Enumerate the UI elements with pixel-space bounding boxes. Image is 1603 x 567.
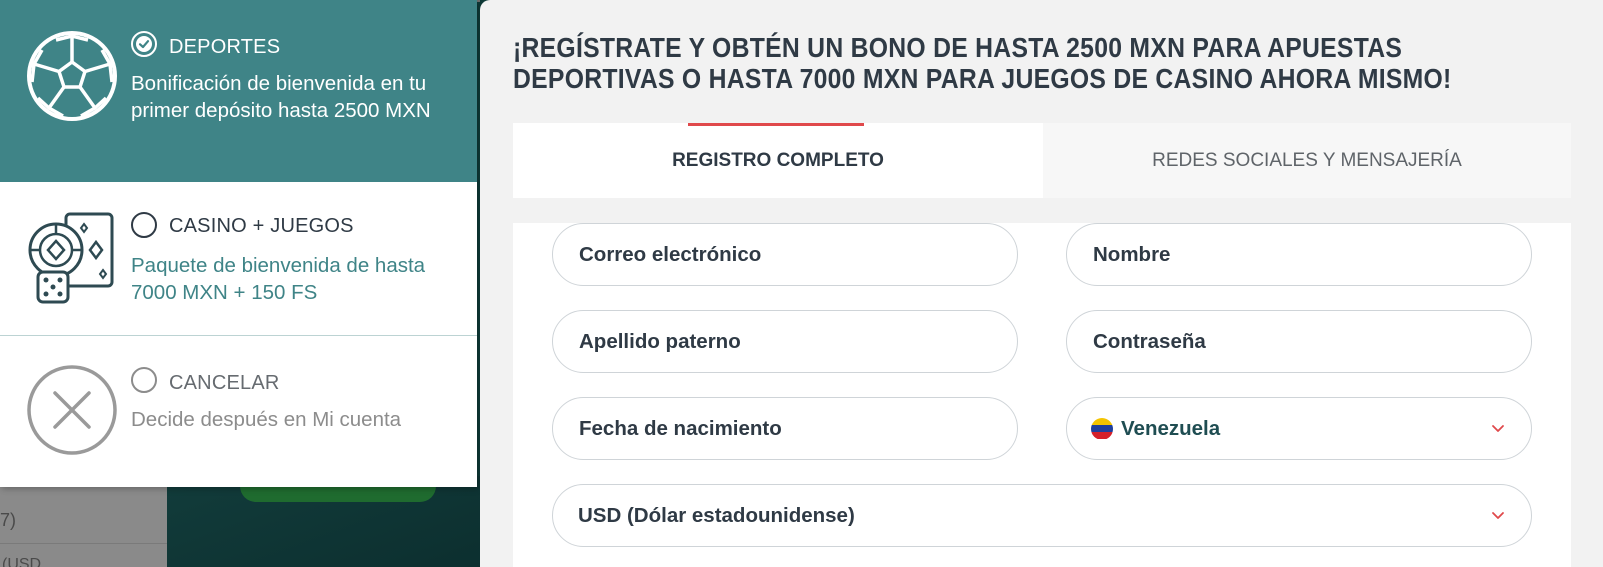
close-circle-icon <box>27 365 117 455</box>
registration-modal: ¡REGÍSTRATE Y OBTÉN UN BONO DE HASTA 250… <box>480 0 1603 567</box>
bonus-option-sports[interactable]: DEPORTES Bonificación de bienvenida en t… <box>0 0 477 182</box>
radio-unchecked-icon[interactable] <box>131 212 157 238</box>
bonus-option-title: CASINO + JUEGOS <box>169 215 354 237</box>
bonus-option-casino[interactable]: CASINO + JUEGOS Paquete de bienvenida de… <box>0 182 477 336</box>
country-select[interactable]: Venezuela <box>1066 397 1532 460</box>
background-row-text: 7) <box>0 510 17 530</box>
active-tab-indicator <box>688 123 864 126</box>
email-placeholder: Correo electrónico <box>579 242 762 266</box>
first-name-placeholder: Nombre <box>1093 242 1171 266</box>
radio-unchecked-icon[interactable] <box>131 367 157 393</box>
last-name-placeholder: Apellido paterno <box>579 329 741 353</box>
email-field[interactable]: Correo electrónico <box>552 223 1018 286</box>
country-value: Venezuela <box>1121 416 1221 440</box>
birthdate-placeholder: Fecha de nacimiento <box>579 416 782 440</box>
casino-chips-cards-icon <box>28 212 114 304</box>
bonus-selector-panel: DEPORTES Bonificación de bienvenida en t… <box>0 0 477 487</box>
bonus-option-description: Paquete de bienvenida de hasta 7000 MXN … <box>131 254 426 304</box>
currency-select[interactable]: USD (Dólar estadounidense) <box>552 484 1532 547</box>
birthdate-field[interactable]: Fecha de nacimiento <box>552 397 1018 460</box>
bonus-option-description: Bonificación de bienvenida en tu primer … <box>131 72 431 122</box>
background-left-column <box>0 476 167 567</box>
tab-label: REGISTRO COMPLETO <box>672 149 884 171</box>
registration-title: ¡REGÍSTRATE Y OBTÉN UN BONO DE HASTA 250… <box>513 32 1452 94</box>
tab-label: REDES SOCIALES Y MENSAJERÍA <box>1152 149 1462 171</box>
bonus-option-title: DEPORTES <box>169 36 281 58</box>
chevron-down-icon <box>1492 511 1504 519</box>
currency-value: USD (Dólar estadounidense) <box>578 503 855 527</box>
venezuela-flag-icon <box>1091 417 1113 440</box>
radio-checked-icon[interactable] <box>131 31 157 57</box>
soccer-ball-icon <box>27 31 117 121</box>
first-name-field[interactable]: Nombre <box>1066 223 1532 286</box>
last-name-field[interactable]: Apellido paterno <box>552 310 1018 373</box>
bonus-option-title: CANCELAR <box>169 372 280 394</box>
tab-social-messaging[interactable]: REDES SOCIALES Y MENSAJERÍA <box>1043 123 1571 198</box>
chevron-down-icon <box>1492 424 1504 432</box>
bonus-option-cancel[interactable]: CANCELAR Decide después en Mi cuenta <box>0 336 477 487</box>
registration-form: Correo electrónico Nombre Apellido pater… <box>513 223 1571 567</box>
bonus-option-description: Decide después en Mi cuenta <box>131 408 402 431</box>
password-placeholder: Contraseña <box>1093 329 1206 353</box>
tab-full-registration[interactable]: REGISTRO COMPLETO <box>513 123 1043 198</box>
background-row-text-2: (USD <box>2 556 42 567</box>
registration-tabs: REGISTRO COMPLETO REDES SOCIALES Y MENSA… <box>513 123 1571 198</box>
background-row-divider <box>0 543 167 544</box>
password-field[interactable]: Contraseña <box>1066 310 1532 373</box>
